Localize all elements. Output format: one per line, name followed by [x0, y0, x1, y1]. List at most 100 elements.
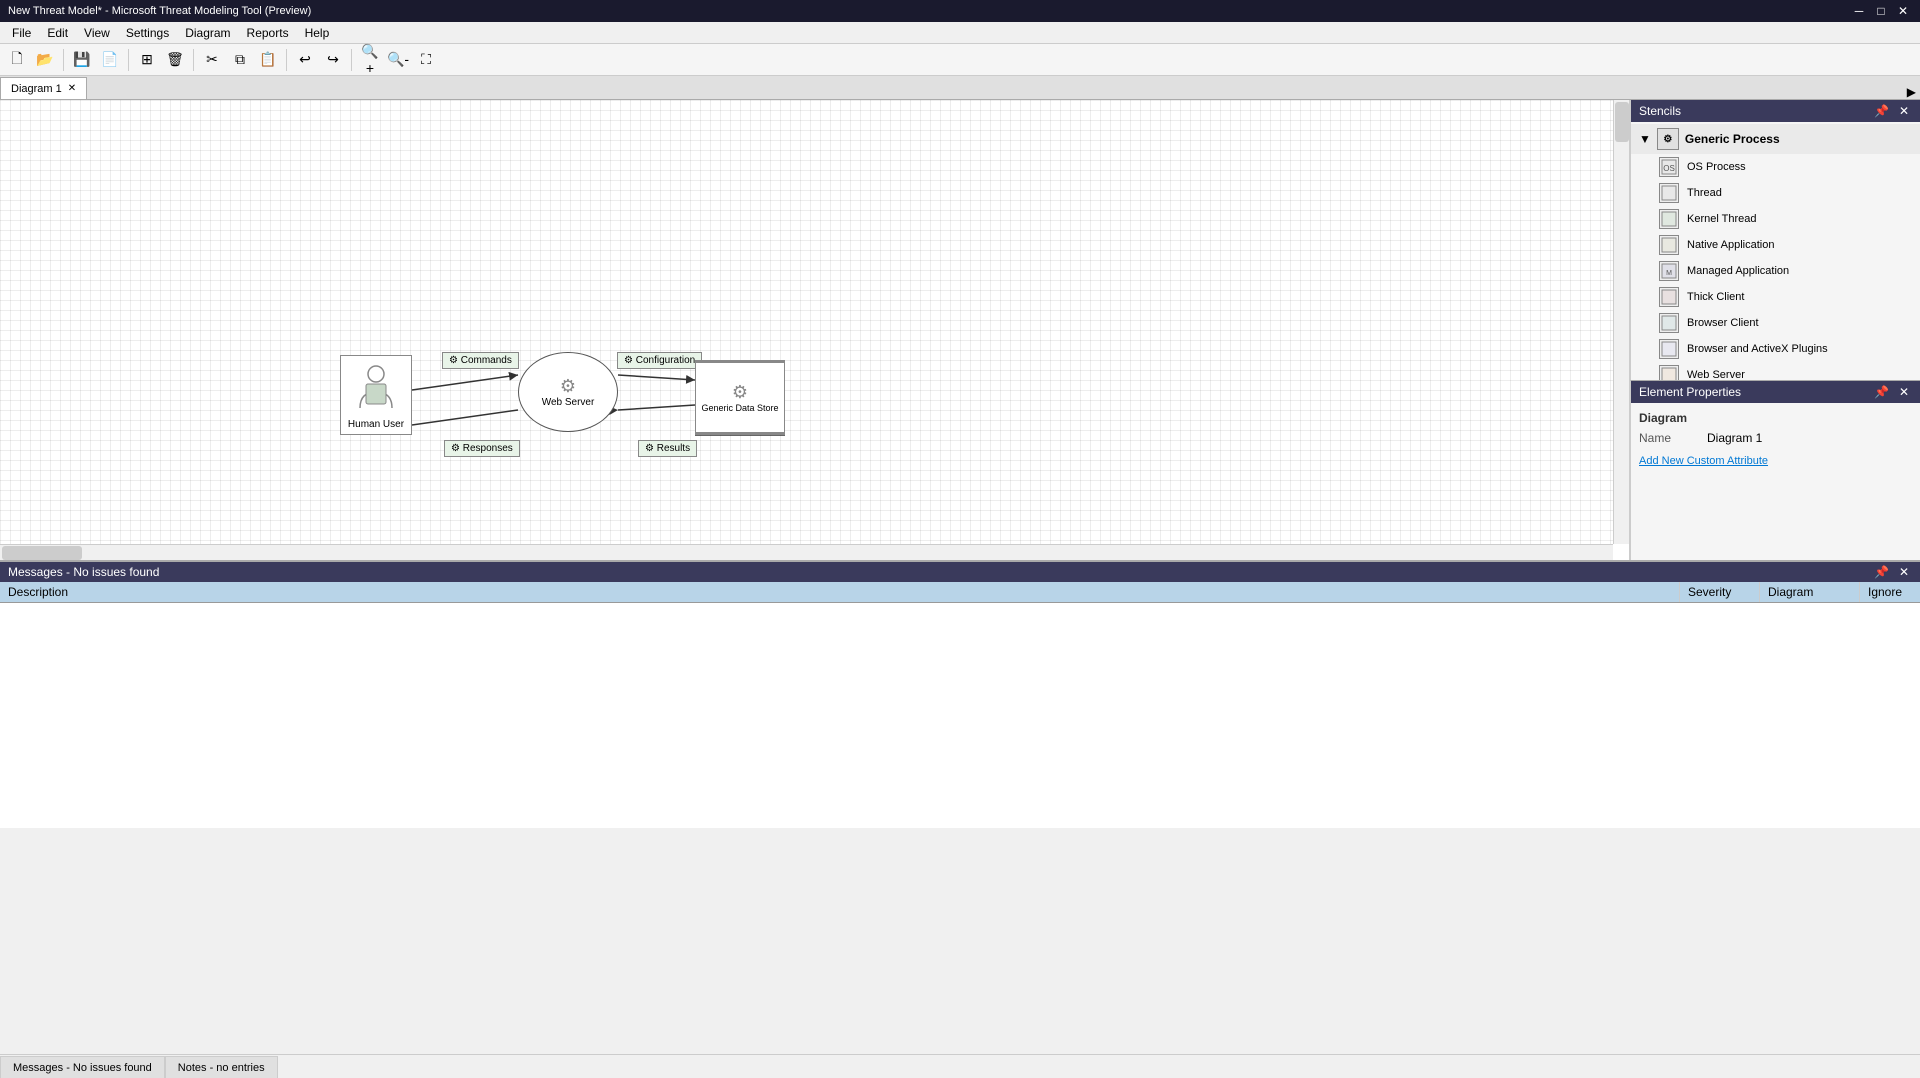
stencil-item-browser-activex[interactable]: Browser and ActiveX Plugins	[1631, 336, 1920, 362]
toolbar-sep-5	[351, 49, 352, 71]
toolbar-sep-2	[128, 49, 129, 71]
menu-settings[interactable]: Settings	[118, 24, 177, 42]
native-app-label: Native Application	[1687, 239, 1774, 251]
save-button[interactable]: 💾	[69, 47, 95, 73]
stencil-item-os-process[interactable]: OS OS Process	[1631, 154, 1920, 180]
undo-button[interactable]: ↩	[292, 47, 318, 73]
stencils-title: Stencils	[1639, 104, 1681, 118]
col-description: Description	[0, 582, 1680, 602]
restore-button[interactable]: □	[1872, 2, 1890, 20]
svg-text:M: M	[1666, 270, 1672, 277]
data-store-element[interactable]: ⚙ Generic Data Store	[695, 360, 785, 435]
browser-activex-label: Browser and ActiveX Plugins	[1687, 343, 1828, 355]
menu-view[interactable]: View	[76, 24, 118, 42]
close-button[interactable]: ✕	[1894, 2, 1912, 20]
menu-edit[interactable]: Edit	[39, 24, 76, 42]
canvas[interactable]: Human User ⚙ Commands ⚙ Responses ⚙	[0, 100, 1613, 544]
prop-section-title: Diagram	[1639, 411, 1912, 425]
stencils-close-button[interactable]: ✕	[1896, 104, 1912, 118]
native-app-icon	[1659, 235, 1679, 255]
tabbar: Diagram 1 ✕ ▶	[0, 76, 1920, 100]
web-server-label: Web Server	[542, 397, 595, 408]
zoom-fit-button[interactable]: ⛶	[413, 47, 439, 73]
tab-diagram1[interactable]: Diagram 1 ✕	[0, 77, 87, 99]
new-button[interactable]: 🗋	[4, 47, 30, 73]
stencil-item-thread[interactable]: Thread	[1631, 180, 1920, 206]
zoom-in-button[interactable]: 🔍+	[357, 47, 383, 73]
elem-props-close-button[interactable]: ✕	[1896, 385, 1912, 399]
stencil-item-web-server[interactable]: Web Server	[1631, 362, 1920, 380]
web-server-stencil-icon	[1659, 365, 1679, 380]
open-button[interactable]: 📂	[32, 47, 58, 73]
responses-label[interactable]: ⚙ Responses	[444, 440, 520, 457]
svg-text:OS: OS	[1663, 164, 1675, 173]
copy-button[interactable]: ⧉	[227, 47, 253, 73]
saveas-button[interactable]: 📄	[97, 47, 123, 73]
cut-button[interactable]: ✂	[199, 47, 225, 73]
custom-attr-row: Add New Custom Attribute	[1639, 453, 1912, 467]
paste-button[interactable]: 📋	[255, 47, 281, 73]
messages-header-controls: 📌 ✕	[1871, 565, 1912, 579]
browser-client-icon	[1659, 313, 1679, 333]
zoom-out-button[interactable]: 🔍-	[385, 47, 411, 73]
tab-close-button[interactable]: ✕	[68, 83, 76, 94]
commands-label[interactable]: ⚙ Commands	[442, 352, 519, 369]
element-properties-controls: 📌 ✕	[1871, 385, 1912, 399]
results-flow-label: ⚙ Results	[638, 440, 697, 457]
stencil-item-browser-client[interactable]: Browser Client	[1631, 310, 1920, 336]
status-tab-messages[interactable]: Messages - No issues found	[0, 1056, 165, 1078]
stencil-item-thick-client[interactable]: Thick Client	[1631, 284, 1920, 310]
human-user-label: Human User	[348, 419, 404, 430]
new-diagram-button[interactable]: ⊞	[134, 47, 160, 73]
menu-diagram[interactable]: Diagram	[177, 24, 238, 42]
statusbar: Messages - No issues found Notes - no en…	[0, 1054, 1920, 1078]
canvas-scrollbar-horizontal[interactable]	[0, 544, 1613, 560]
col-severity: Severity	[1680, 582, 1760, 602]
stencils-list: ▼ ⚙ Generic Process OS OS Process Thread	[1631, 122, 1920, 380]
managed-app-label: Managed Application	[1687, 265, 1789, 277]
col-diagram: Diagram	[1760, 582, 1860, 602]
thread-icon	[1659, 183, 1679, 203]
menu-help[interactable]: Help	[297, 24, 338, 42]
configuration-label[interactable]: ⚙ Configuration	[617, 352, 702, 369]
results-label[interactable]: ⚙ Results	[638, 440, 697, 457]
name-prop-row: Name Diagram 1	[1639, 431, 1912, 445]
messages-close-button[interactable]: ✕	[1896, 565, 1912, 579]
browser-activex-icon	[1659, 339, 1679, 359]
messages-title: Messages - No issues found	[8, 565, 159, 579]
web-server-stencil-label: Web Server	[1687, 369, 1745, 380]
status-tab-notes-label: Notes - no entries	[178, 1062, 265, 1074]
commands-flow-label: ⚙ Commands	[442, 352, 519, 369]
os-process-label: OS Process	[1687, 161, 1746, 173]
managed-app-icon: M	[1659, 261, 1679, 281]
stencil-item-kernel-thread[interactable]: Kernel Thread	[1631, 206, 1920, 232]
status-tab-notes[interactable]: Notes - no entries	[165, 1056, 278, 1078]
add-custom-attr-link[interactable]: Add New Custom Attribute	[1639, 455, 1768, 467]
canvas-area[interactable]: Human User ⚙ Commands ⚙ Responses ⚙	[0, 100, 1630, 560]
stencil-group-arrow: ▼	[1639, 132, 1651, 146]
messages-header: Messages - No issues found 📌 ✕	[0, 562, 1920, 582]
menu-reports[interactable]: Reports	[239, 24, 297, 42]
stencil-group-generic-process[interactable]: ▼ ⚙ Generic Process	[1631, 124, 1920, 154]
messages-table-header: Description Severity Diagram Ignore	[0, 582, 1920, 603]
toolbar-sep-3	[193, 49, 194, 71]
stencil-item-native-app[interactable]: Native Application	[1631, 232, 1920, 258]
web-server-circle: ⚙ Web Server	[518, 352, 618, 432]
elem-props-pin-button[interactable]: 📌	[1871, 385, 1892, 399]
messages-pin-button[interactable]: 📌	[1871, 565, 1892, 579]
stencil-item-managed-app[interactable]: M Managed Application	[1631, 258, 1920, 284]
stencils-pin-button[interactable]: 📌	[1871, 104, 1892, 118]
canvas-scrollbar-vertical[interactable]	[1613, 100, 1629, 544]
web-server-element[interactable]: ⚙ Web Server	[518, 352, 618, 432]
toolbar: 🗋 📂 💾 📄 ⊞ 🗑 ✂ ⧉ 📋 ↩ ↪ 🔍+ 🔍- ⛶	[0, 44, 1920, 76]
tab-label: Diagram 1	[11, 83, 62, 95]
menu-file[interactable]: File	[4, 24, 39, 42]
tab-scroll-right[interactable]: ▶	[1903, 85, 1920, 99]
human-user-element[interactable]: Human User	[340, 355, 412, 435]
toolbar-sep-1	[63, 49, 64, 71]
delete-diagram-button[interactable]: 🗑	[162, 47, 188, 73]
browser-client-label: Browser Client	[1687, 317, 1759, 329]
generic-process-group-icon: ⚙	[1657, 128, 1679, 150]
redo-button[interactable]: ↪	[320, 47, 346, 73]
minimize-button[interactable]: ─	[1850, 2, 1868, 20]
